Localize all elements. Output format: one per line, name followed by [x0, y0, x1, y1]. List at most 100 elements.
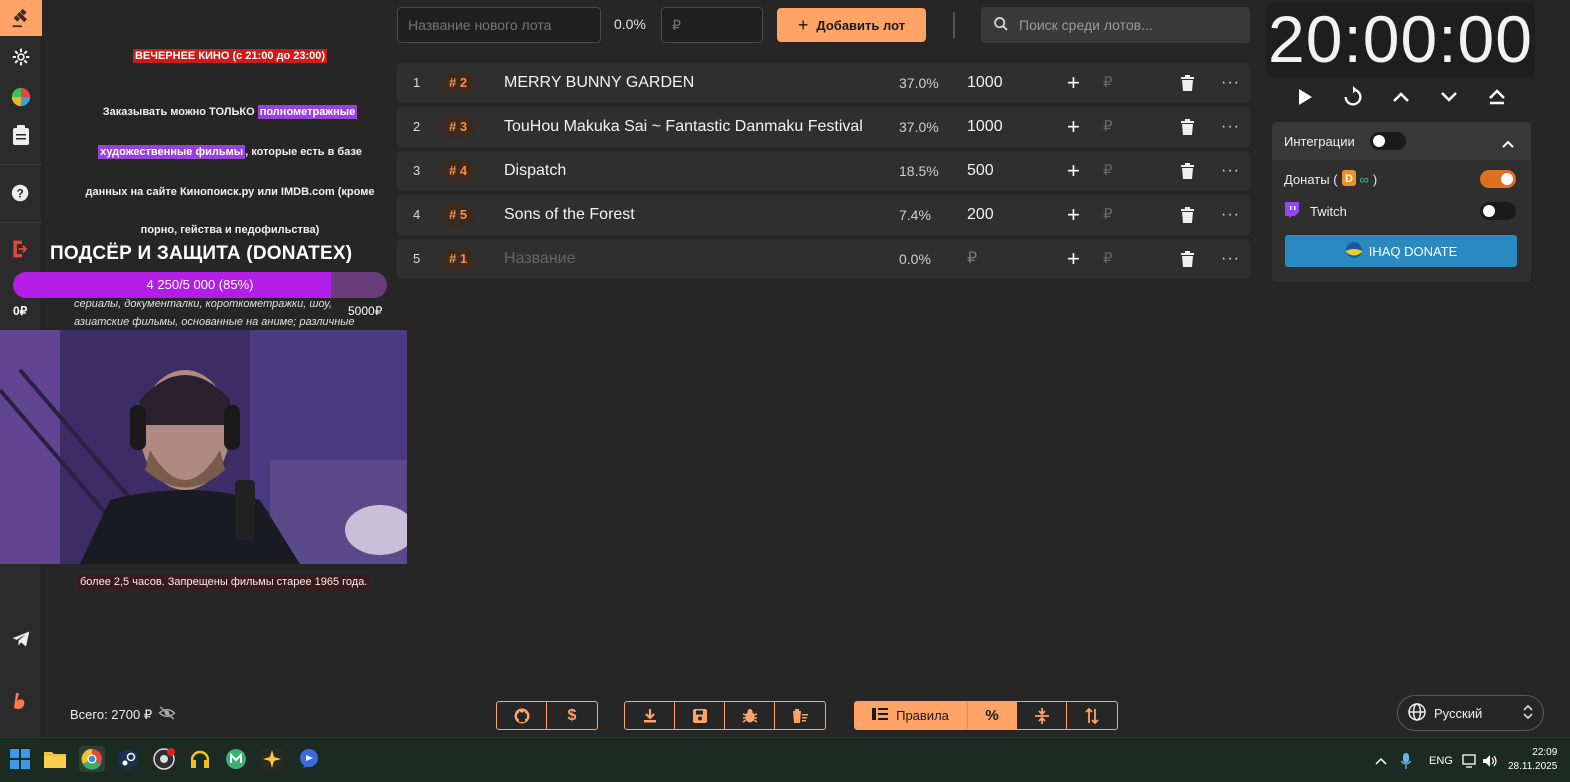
lot-name[interactable]: MERRY BUNNY GARDEN — [504, 63, 694, 103]
steam-icon[interactable] — [115, 746, 141, 772]
logout-icon[interactable] — [0, 234, 42, 264]
chevron-down-icon[interactable] — [1437, 85, 1461, 109]
clipboard-icon[interactable] — [0, 120, 42, 150]
trash-icon[interactable] — [1181, 163, 1194, 184]
telegram-icon[interactable] — [0, 624, 42, 654]
lot-name[interactable]: Dispatch — [504, 151, 566, 191]
add-amount-icon[interactable]: + — [1067, 195, 1080, 235]
add-lot-label: Добавить лот — [816, 17, 906, 33]
github-icon[interactable] — [497, 702, 547, 729]
donations-toggle[interactable] — [1480, 170, 1516, 188]
clear-list-icon[interactable] — [775, 702, 825, 729]
pie-chart-icon[interactable] — [0, 82, 42, 112]
lot-id-badge[interactable]: # 3 — [441, 116, 476, 138]
trash-icon[interactable] — [1181, 119, 1194, 140]
input-language[interactable]: ENG — [1429, 738, 1453, 782]
messenger-icon[interactable] — [296, 746, 322, 772]
save-icon[interactable] — [675, 702, 725, 729]
more-options-icon[interactable]: ··· — [1221, 63, 1240, 103]
sort-icon[interactable] — [1067, 702, 1117, 729]
volume-icon[interactable] — [1482, 738, 1498, 782]
tray-chevron-icon[interactable] — [1375, 738, 1387, 782]
dollar-icon[interactable]: $ — [547, 702, 597, 729]
lot-percent: 0.0% — [899, 251, 931, 267]
integrations-title: Интеграции — [1284, 134, 1355, 149]
lot-name[interactable]: Название — [504, 239, 576, 279]
language-select[interactable]: Русский — [1397, 695, 1544, 731]
rules-button[interactable]: Правила — [855, 702, 967, 729]
compress-icon[interactable] — [1017, 702, 1067, 729]
add-amount-icon[interactable]: + — [1067, 63, 1080, 103]
lot-name[interactable]: TouHou Makuka Sai ~ Fantastic Danmaku Fe… — [504, 107, 863, 147]
windows-start-icon[interactable] — [7, 746, 33, 772]
trash-icon[interactable] — [1181, 251, 1194, 272]
chevron-up-icon[interactable] — [1502, 135, 1514, 153]
lot-row[interactable]: 3 # 4 Dispatch 18.5% 500 + ₽ ··· — [397, 151, 1250, 191]
new-lot-amount-input[interactable] — [661, 7, 763, 43]
lot-row[interactable]: 1 # 2 MERRY BUNNY GARDEN 37.0% 1000 + ₽ … — [397, 63, 1250, 103]
ihaq-donate-button[interactable]: IHAQ DONATE — [1285, 235, 1517, 267]
lot-add-amount-input[interactable]: ₽ — [1103, 151, 1113, 191]
lot-amount[interactable]: 1000 — [967, 107, 1003, 147]
lot-row[interactable]: 5 # 1 Название 0.0% ₽ + ₽ ··· — [397, 239, 1250, 279]
rules-italic-line: сериалы, документалки, короткометражки, … — [74, 298, 333, 310]
lot-index: 2 — [413, 119, 421, 134]
network-icon[interactable] — [1462, 738, 1478, 782]
more-options-icon[interactable]: ··· — [1221, 195, 1240, 235]
lot-add-amount-input[interactable]: ₽ — [1103, 239, 1113, 279]
help-icon[interactable]: ? — [0, 178, 42, 208]
microphone-icon[interactable] — [1401, 738, 1411, 782]
add-amount-icon[interactable]: + — [1067, 107, 1080, 147]
sparkle-app-icon[interactable] — [259, 746, 285, 772]
integrations-toggle[interactable] — [1370, 132, 1406, 150]
rules-title: ВЕЧЕРНЕЕ КИНО (с 21:00 до 23:00) — [132, 49, 328, 63]
play-icon[interactable] — [1293, 85, 1317, 109]
lot-amount[interactable]: ₽ — [967, 239, 977, 279]
lot-amount[interactable]: 500 — [967, 151, 994, 191]
brand-icon[interactable] — [0, 686, 42, 716]
green-app-icon[interactable] — [223, 746, 249, 772]
trash-icon[interactable] — [1181, 207, 1194, 228]
integrations-header[interactable]: Интеграции — [1272, 122, 1531, 160]
add-amount-icon[interactable]: + — [1067, 239, 1080, 279]
obs-icon[interactable] — [151, 746, 177, 772]
reset-icon[interactable] — [1341, 85, 1365, 109]
lot-amount[interactable]: 1000 — [967, 63, 1003, 103]
file-explorer-icon[interactable] — [42, 746, 68, 772]
system-clock[interactable]: 22:09 28.11.2025 — [1508, 746, 1557, 774]
lot-id-badge[interactable]: # 2 — [441, 72, 476, 94]
rules-highlight: художественные фильмы — [98, 145, 246, 159]
more-options-icon[interactable]: ··· — [1221, 107, 1240, 147]
donations-suffix: ) — [1372, 172, 1378, 187]
double-up-icon[interactable] — [1485, 85, 1509, 109]
add-amount-icon[interactable]: + — [1067, 151, 1080, 191]
lot-add-amount-input[interactable]: ₽ — [1103, 63, 1113, 103]
gavel-icon[interactable] — [0, 0, 42, 36]
chrome-icon[interactable] — [79, 746, 105, 772]
more-options-icon[interactable]: ··· — [1221, 239, 1240, 279]
chevron-up-icon[interactable] — [1389, 85, 1413, 109]
ihaq-label: IHAQ DONATE — [1368, 243, 1458, 259]
search-box[interactable]: Поиск среди лотов... — [981, 7, 1250, 43]
bug-icon[interactable] — [725, 702, 775, 729]
twitch-toggle[interactable] — [1480, 202, 1516, 220]
lot-add-amount-input[interactable]: ₽ — [1103, 195, 1113, 235]
lot-row[interactable]: 2 # 3 TouHou Makuka Sai ~ Fantastic Danm… — [397, 107, 1250, 147]
gear-icon[interactable] — [0, 42, 42, 72]
lot-amount[interactable]: 200 — [967, 195, 994, 235]
add-lot-button[interactable]: + Добавить лот — [777, 8, 926, 42]
lot-id-badge[interactable]: # 1 — [441, 248, 476, 270]
more-options-icon[interactable]: ··· — [1221, 151, 1240, 191]
download-icon[interactable] — [625, 702, 675, 729]
trash-icon[interactable] — [1181, 75, 1194, 96]
lot-name[interactable]: Sons of the Forest — [504, 195, 635, 235]
lot-index: 1 — [413, 75, 421, 90]
percent-toggle[interactable]: % — [967, 702, 1017, 729]
eye-off-icon[interactable] — [158, 706, 176, 723]
headset-app-icon[interactable] — [187, 746, 213, 772]
lot-add-amount-input[interactable]: ₽ — [1103, 107, 1113, 147]
lot-id-badge[interactable]: # 4 — [441, 160, 476, 182]
lot-row[interactable]: 4 # 5 Sons of the Forest 7.4% 200 + ₽ ··… — [397, 195, 1250, 235]
new-lot-name-input[interactable] — [397, 7, 601, 43]
lot-id-badge[interactable]: # 5 — [441, 204, 476, 226]
